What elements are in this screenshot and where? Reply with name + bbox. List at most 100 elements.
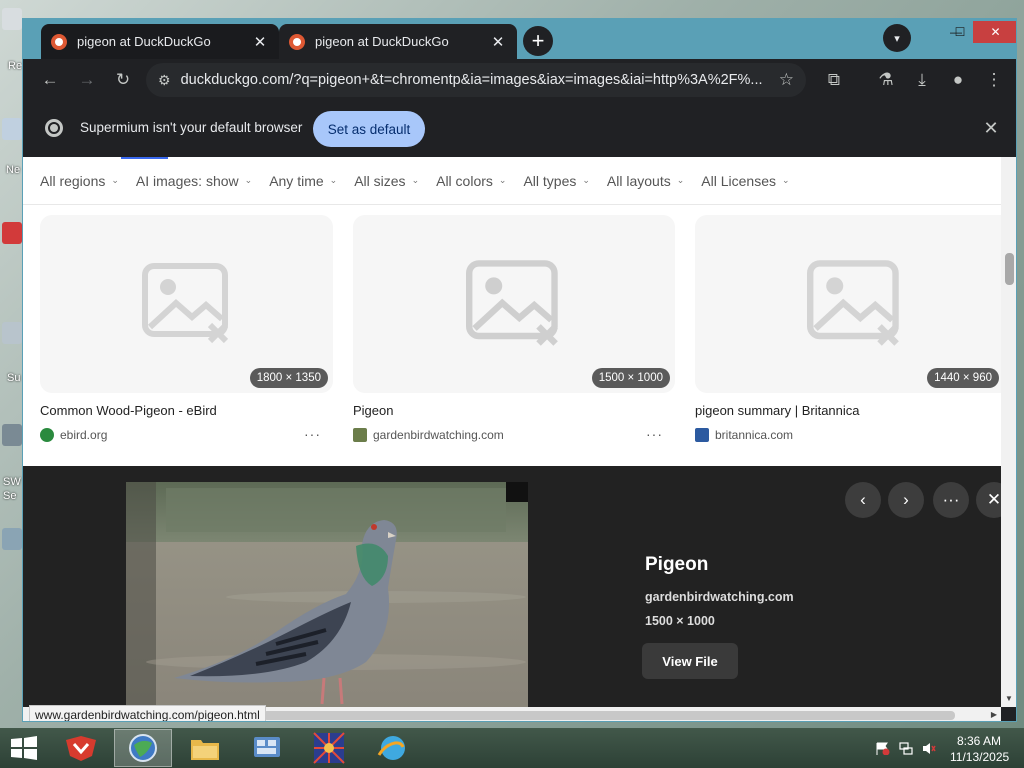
app-shortcut-icon[interactable] (2, 322, 22, 344)
result-thumbnail[interactable]: 1800 × 1350 (40, 215, 333, 393)
taskbar-app-control-panel[interactable] (238, 729, 296, 767)
extensions-icon[interactable]: ⧉ (820, 66, 848, 94)
forward-button[interactable]: → (73, 66, 101, 94)
labs-icon[interactable]: ⚗ (872, 66, 900, 94)
bookmark-star-icon[interactable]: ☆ (779, 70, 794, 90)
taskbar-app-browser[interactable] (114, 729, 172, 767)
scrollbar-thumb[interactable] (263, 711, 955, 720)
filter-layouts[interactable]: All layouts ⌄ (607, 173, 684, 189)
chevron-down-icon: ⌄ (498, 175, 507, 185)
taskbar-app-bird[interactable] (362, 729, 420, 767)
back-button[interactable]: ← (36, 66, 64, 94)
tab-2[interactable]: pigeon at DuckDuckGo ✕ (279, 24, 517, 59)
bird-app-icon (377, 736, 405, 760)
detail-domain[interactable]: gardenbirdwatching.com (645, 590, 794, 604)
result-thumbnail[interactable]: 1440 × 960 (695, 215, 1001, 393)
colorful-app-icon (313, 732, 345, 764)
site-info-icon[interactable]: ⚙ (158, 72, 171, 89)
filter-types[interactable]: All types ⌄ (523, 173, 589, 189)
tab-close-icon[interactable]: ✕ (489, 33, 507, 51)
download-icon[interactable]: ⤓ (908, 66, 936, 94)
filter-ai-images[interactable]: AI images: show ⌄ (136, 173, 252, 189)
control-panel-icon (254, 737, 280, 757)
result-source[interactable]: gardenbirdwatching.com (353, 428, 675, 442)
infobar-close-icon[interactable]: ✕ (981, 118, 1001, 139)
result-card[interactable]: 1800 × 1350 Common Wood-Pigeon - eBird e… (40, 215, 333, 442)
result-title[interactable]: Common Wood-Pigeon - eBird (40, 403, 333, 418)
filter-label: All regions (40, 172, 106, 189)
scroll-right-arrow-icon[interactable]: ▶ (991, 710, 997, 719)
filter-sizes[interactable]: All sizes ⌄ (354, 173, 419, 189)
scrollbar-thumb[interactable] (1005, 253, 1014, 285)
default-browser-infobar: Supermium isn't your default browser Set… (23, 101, 1016, 157)
result-card[interactable]: 1440 × 960 pigeon summary | Britannica b… (695, 215, 1001, 442)
taskbar-clock-date[interactable]: 11/13/2025 (950, 750, 1009, 764)
broken-image-icon (466, 260, 558, 346)
tab-search-button[interactable]: ▾ (883, 24, 911, 52)
image-dimensions-badge: 1500 × 1000 (591, 368, 670, 388)
address-bar[interactable]: ⚙ duckduckgo.com/?q=pigeon+&t=chromentp&… (146, 63, 806, 97)
desktop-label: Su (7, 372, 21, 384)
ebird-favicon-icon (40, 428, 54, 442)
tab-title: pigeon at DuckDuckGo (77, 34, 211, 49)
filter-colors[interactable]: All colors ⌄ (436, 173, 506, 189)
result-card[interactable]: 1500 × 1000 Pigeon gardenbirdwatching.co… (353, 215, 675, 442)
new-tab-button[interactable]: + (523, 26, 553, 56)
desktop-label: Re (8, 60, 23, 72)
app-shortcut-icon[interactable] (2, 222, 22, 244)
toolbar: ← → ↻ ⚙ duckduckgo.com/?q=pigeon+&t=chro… (23, 59, 1016, 101)
infobar-message: Supermium isn't your default browser (80, 120, 303, 135)
desktop-label: Se (3, 490, 17, 502)
taskbar-clock-time[interactable]: 8:36 AM (957, 734, 1001, 748)
network-icon[interactable] (2, 118, 22, 140)
app-shortcut-icon[interactable] (2, 528, 22, 550)
folder-icon (191, 740, 219, 760)
close-window-button[interactable]: ✕ (973, 21, 1016, 43)
result-source[interactable]: ebird.org (40, 428, 333, 442)
pigeon-photo[interactable] (126, 482, 528, 707)
volume-muted-icon[interactable] (922, 742, 936, 755)
taskbar-app-security[interactable] (52, 729, 110, 767)
filter-regions[interactable]: All regions ⌄ (40, 173, 119, 189)
desktop-label: SW (3, 476, 21, 488)
result-title[interactable]: pigeon summary | Britannica (695, 403, 1001, 418)
app-shortcut-icon[interactable] (2, 424, 22, 446)
recycle-bin-icon[interactable] (2, 8, 22, 30)
tab-1[interactable]: pigeon at DuckDuckGo ✕ (41, 24, 279, 59)
menu-icon[interactable]: ⋮ (980, 66, 1008, 94)
next-image-button[interactable]: › (888, 482, 924, 518)
taskbar-app-colorful[interactable] (300, 729, 358, 767)
filter-time[interactable]: Any time ⌄ (269, 173, 337, 189)
browser-window: pigeon at DuckDuckGo ✕ pigeon at DuckDuc… (22, 18, 1017, 722)
desktop-icon-strip: Re Ne Su SW Se (0, 0, 22, 728)
result-title[interactable]: Pigeon (353, 403, 675, 418)
filter-label: AI images: show (135, 172, 239, 189)
gardenbirdwatching-favicon-icon (353, 428, 367, 442)
tab-strip: pigeon at DuckDuckGo ✕ pigeon at DuckDuc… (23, 21, 1016, 59)
browser-globe-icon (129, 734, 157, 762)
flag-alert-icon[interactable] (876, 742, 890, 755)
windows-start-icon[interactable] (10, 736, 38, 760)
result-source[interactable]: britannica.com (695, 428, 1001, 442)
vertical-scrollbar[interactable]: ▼ (1001, 157, 1016, 707)
network-tray-icon[interactable] (899, 742, 913, 755)
tab-close-icon[interactable]: ✕ (251, 33, 269, 51)
result-thumbnail[interactable]: 1500 × 1000 (353, 215, 675, 393)
detail-more-button[interactable]: ··· (933, 482, 969, 518)
desktop-label: Ne (6, 164, 21, 176)
taskbar-app-file-explorer[interactable] (176, 729, 234, 767)
scroll-down-arrow-icon[interactable]: ▼ (1005, 694, 1013, 703)
filter-licenses[interactable]: All Licenses ⌄ (701, 173, 789, 189)
more-options-icon[interactable]: ··· (304, 426, 321, 442)
view-file-button[interactable]: View File (642, 643, 738, 679)
duckduckgo-favicon-icon (289, 33, 305, 50)
more-options-icon[interactable]: ··· (646, 426, 663, 442)
previous-image-button[interactable]: ‹ (845, 482, 881, 518)
profile-icon[interactable]: ● (944, 66, 972, 94)
duckduckgo-favicon-icon (51, 33, 67, 50)
reload-button[interactable]: ↻ (109, 66, 137, 94)
set-as-default-button[interactable]: Set as default (313, 111, 425, 147)
url-text[interactable]: duckduckgo.com/?q=pigeon+&t=chromentp&ia… (181, 72, 769, 88)
maximize-button[interactable]: ☐ (947, 21, 973, 43)
close-detail-button[interactable]: ✕ (976, 482, 1001, 518)
